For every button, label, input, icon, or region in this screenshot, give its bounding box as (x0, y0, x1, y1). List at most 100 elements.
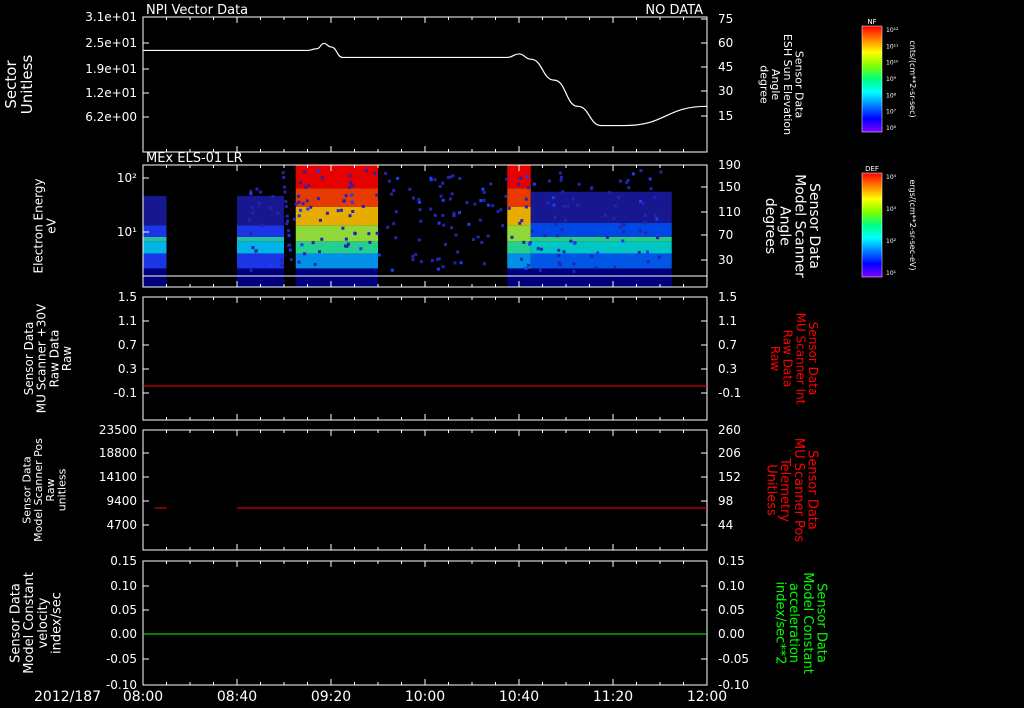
right-tick-label: 190 (718, 158, 741, 172)
noise-point (280, 258, 284, 262)
right-tick-label: 1.1 (718, 314, 737, 328)
left-tick-label: 10² (117, 171, 137, 185)
noise-point (621, 230, 625, 234)
noise-point (577, 182, 581, 186)
noise-point (572, 241, 576, 245)
noise-point (637, 250, 641, 254)
spectrogram-cell (143, 253, 167, 269)
noise-point (526, 186, 530, 190)
noise-point (524, 205, 528, 209)
noise-point (646, 260, 650, 264)
noise-point (292, 217, 296, 221)
noise-point (441, 265, 445, 269)
right-axis-label-line: index/sec**2 (773, 581, 788, 664)
left-tick-label: 0.7 (118, 338, 137, 352)
spectrogram-cell (507, 241, 531, 254)
noise-point (522, 240, 526, 244)
noise-point (571, 197, 575, 201)
noise-point (441, 213, 445, 217)
right-tick-label: 260 (718, 423, 741, 437)
spectrogram-segment-5 (530, 191, 672, 287)
noise-point (554, 222, 558, 226)
noise-point (505, 177, 509, 181)
right-tick-label: 110 (718, 205, 741, 219)
noise-point (301, 202, 305, 206)
noise-point (276, 211, 280, 215)
colorbar-gradient (861, 172, 883, 278)
noise-point (305, 199, 309, 203)
panel-frame (142, 296, 708, 421)
noise-point (251, 211, 255, 215)
right-tick-label: 0.05 (718, 603, 745, 617)
noise-point (350, 200, 354, 204)
noise-point (281, 171, 285, 175)
noise-point (269, 206, 273, 210)
noise-point (394, 210, 398, 214)
noise-point (618, 179, 622, 183)
colorbar-2: DEF 10⁴ 10³ 10² 10¹ ergs/(cm**2-sr-sec-eV) (861, 165, 917, 278)
noise-point (353, 232, 357, 236)
noise-point (648, 177, 652, 181)
left-tick-label: 1.2e+01 (85, 86, 137, 100)
noise-point (532, 182, 536, 186)
spectrogram-cell (237, 253, 284, 269)
right-tick-label: -0.1 (718, 386, 741, 400)
noise-point (448, 197, 452, 201)
spectrogram-cell (237, 195, 284, 226)
noise-point (249, 268, 253, 272)
noise-point (259, 223, 263, 227)
spectrogram-cell (530, 253, 672, 269)
colorbar-tick-label: 10¹ (886, 270, 897, 277)
panel-title-left: NPI Vector Data (146, 3, 248, 18)
right-tick-label: 70 (718, 228, 733, 242)
noise-point (368, 240, 372, 244)
noise-point (441, 198, 445, 202)
noise-point (654, 214, 658, 218)
noise-point (657, 255, 661, 259)
right-axis-label-line: degrees (762, 198, 778, 254)
left-axis-label: Sensor DataModel Constantvelocityindex/s… (9, 572, 65, 674)
spectrogram-segment-2 (237, 195, 284, 287)
noise-point (576, 203, 580, 207)
right-tick-label: 75 (718, 12, 733, 26)
noise-point (496, 209, 500, 213)
noise-point (255, 187, 259, 191)
noise-point (562, 204, 566, 208)
colorbar-tick-label: 10¹⁰ (886, 60, 899, 67)
noise-point (471, 237, 475, 241)
noise-point (458, 176, 462, 180)
time-tick-marks (142, 17, 708, 152)
noise-point (518, 176, 522, 180)
spectrogram-cell (295, 241, 378, 254)
noise-point (359, 247, 363, 251)
colorbar-tick-label: 10³ (886, 206, 897, 213)
left-axis-label-line: unitless (55, 468, 68, 511)
left-tick-label: 0.3 (118, 362, 137, 376)
time-axis-label: 10:40 (499, 689, 539, 705)
noise-point (501, 224, 505, 228)
noise-point (547, 179, 551, 183)
noise-point (520, 257, 524, 261)
colorbar-units: cnts/(cm**2-sr-sec) (908, 40, 917, 117)
right-tick-label: 98 (718, 494, 733, 508)
noise-point (644, 231, 648, 235)
left-tick-label: 23500 (99, 423, 137, 437)
noise-point (297, 260, 301, 264)
panel-3: 1.5 1.1 0.7 0.3 -0.1 1.5 1.1 0.7 0.3 -0.1 Sensor D… (22, 290, 820, 421)
noise-point (537, 225, 541, 229)
noise-point (552, 203, 556, 207)
right-tick-label: 45 (718, 60, 733, 74)
left-tick-label: 9400 (106, 494, 137, 508)
noise-point (590, 187, 594, 191)
noise-point (303, 170, 307, 174)
noise-point (433, 178, 437, 182)
panel-title-right: NO DATA (645, 3, 703, 18)
spectrogram-cell (530, 236, 672, 242)
noise-point (536, 247, 540, 251)
noise-point (300, 243, 304, 247)
chart-canvas: NPI Vector Data NO DATA 3.1e+01 2.5e+01 1.9e… (2, 3, 917, 705)
noise-point (249, 192, 253, 196)
noise-point (557, 254, 561, 258)
noise-point (287, 233, 291, 237)
noise-point (524, 267, 528, 271)
